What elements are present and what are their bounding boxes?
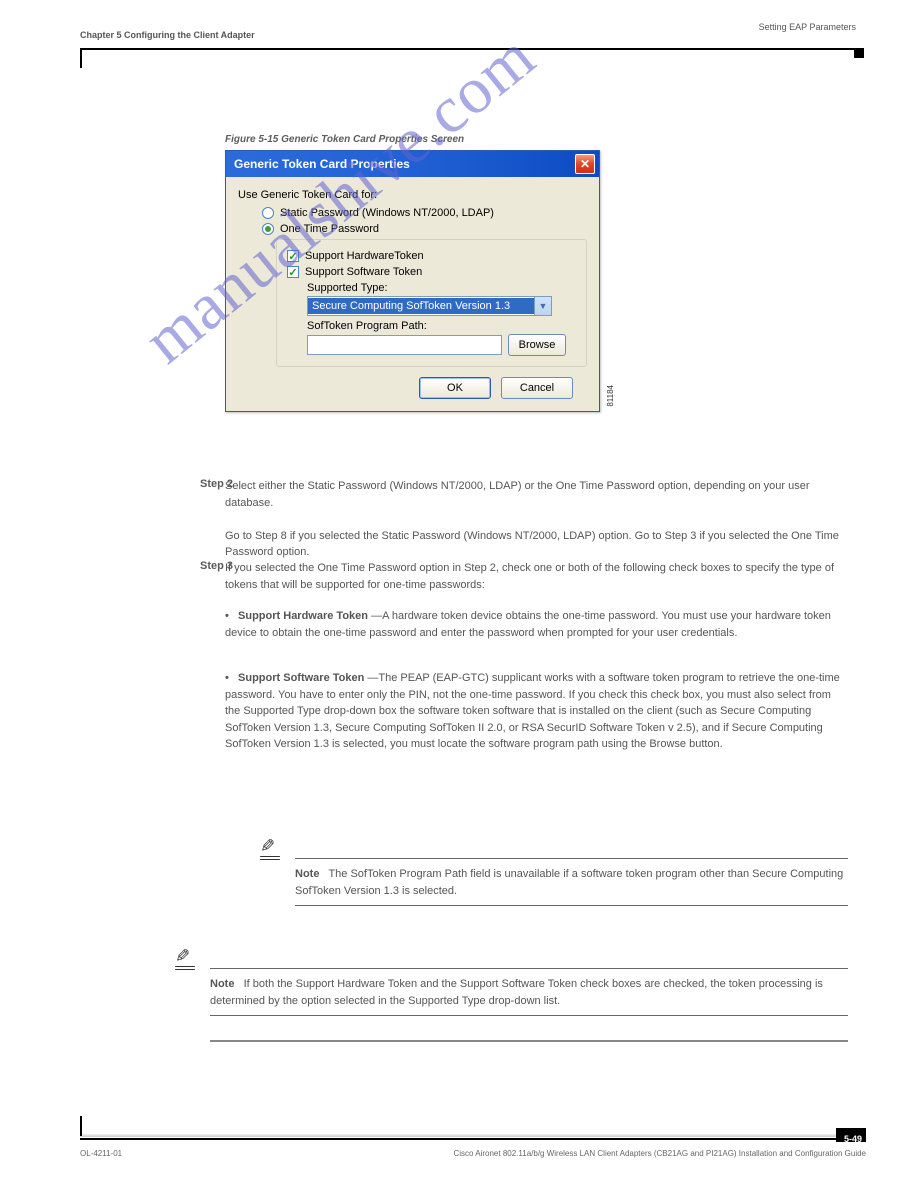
step-3-text: If you selected the One Time Password op… <box>225 560 848 593</box>
bottom-line <box>80 1138 866 1140</box>
chevron-down-icon: ▼ <box>534 297 551 315</box>
program-path-input[interactable] <box>307 335 502 355</box>
checkbox-hardware-token[interactable]: ✓ Support HardwareToken <box>287 250 576 262</box>
section-end-rule <box>210 1040 848 1042</box>
radio-icon <box>262 207 274 219</box>
ok-button[interactable]: OK <box>419 377 491 399</box>
cancel-button[interactable]: Cancel <box>501 377 573 399</box>
note-2-label: Note <box>210 978 234 990</box>
checkbox-software-token[interactable]: ✓ Support Software Token <box>287 266 576 278</box>
checkbox-sw-label: Support Software Token <box>305 266 422 278</box>
figure-caption: Figure 5-15 Generic Token Card Propertie… <box>225 134 464 145</box>
checkbox-icon: ✓ <box>287 266 299 278</box>
radio-one-time-password[interactable]: One Time Password <box>262 223 587 235</box>
radio-static-password[interactable]: Static Password (Windows NT/2000, LDAP) <box>262 207 587 219</box>
top-frame-left-tick <box>80 48 82 68</box>
pencil-icon <box>175 950 197 964</box>
supported-type-value: Secure Computing SofToken Version 1.3 <box>308 298 534 314</box>
note-1-rule-bottom <box>295 905 848 906</box>
dialog-window: Generic Token Card Properties ✕ Use Gene… <box>225 150 600 412</box>
footer-doc-title: Cisco Aironet 802.11a/b/g Wireless LAN C… <box>453 1149 866 1158</box>
dialog-body: Use Generic Token Card for: Static Passw… <box>226 177 599 411</box>
bottom-frame <box>80 1134 866 1140</box>
note-1-label: Note <box>295 868 319 880</box>
dialog-title: Generic Token Card Properties <box>234 157 410 171</box>
note-1-rule-top <box>295 858 848 859</box>
bullet-hw-title: Support Hardware Token <box>238 610 368 622</box>
program-path-label: SofToken Program Path: <box>307 320 576 332</box>
step2-paragraph: Select either the Static Password (Windo… <box>225 480 810 509</box>
software-token-subpanel: Supported Type: Secure Computing SofToke… <box>307 282 576 356</box>
radio-otp-label: One Time Password <box>280 223 379 235</box>
note-2-text: If both the Support Hardware Token and t… <box>210 978 823 1007</box>
note-icon-2 <box>175 950 197 967</box>
header-right: Setting EAP Parameters <box>759 22 856 32</box>
figure-id: 81184 <box>606 385 615 407</box>
use-for-label: Use Generic Token Card for: <box>238 189 587 201</box>
page: Chapter 5 Configuring the Client Adapter… <box>0 0 918 1188</box>
header-left: Chapter 5 Configuring the Client Adapter <box>80 30 255 40</box>
step2-note: Go to Step 8 if you selected the Static … <box>225 530 839 559</box>
note-2: Note If both the Support Hardware Token … <box>210 976 848 1010</box>
bottom-shadow <box>80 1134 866 1137</box>
note-1: Note The SofToken Program Path field is … <box>295 866 848 900</box>
note-2-rule-top <box>210 968 848 969</box>
step-2-text: Select either the Static Password (Windo… <box>225 478 848 561</box>
checkbox-hw-label: Support HardwareToken <box>305 250 424 262</box>
bottom-left-tick <box>80 1116 82 1136</box>
top-frame-right-square <box>854 48 864 58</box>
titlebar: Generic Token Card Properties ✕ <box>226 151 599 177</box>
note-icon-1 <box>260 840 282 857</box>
otp-groupbox: ✓ Support HardwareToken ✓ Support Softwa… <box>276 239 587 367</box>
radio-static-label: Static Password (Windows NT/2000, LDAP) <box>280 207 494 219</box>
supported-type-label: Supported Type: <box>307 282 576 294</box>
dialog-buttons: OK Cancel <box>238 377 587 399</box>
pencil-icon <box>260 840 282 854</box>
checkbox-icon: ✓ <box>287 250 299 262</box>
page-number: 5-49 <box>844 1134 862 1144</box>
radio-icon-selected <box>262 223 274 235</box>
supported-type-dropdown[interactable]: Secure Computing SofToken Version 1.3 ▼ <box>307 296 552 316</box>
bullet-sw-title: Support Software Token <box>238 672 364 684</box>
top-frame-line <box>80 48 858 50</box>
close-button[interactable]: ✕ <box>575 154 595 174</box>
footer-doc-code: OL-4211-01 <box>80 1149 122 1158</box>
close-icon: ✕ <box>580 157 590 171</box>
note-2-rule-bottom <box>210 1015 848 1016</box>
note-1-text: The SofToken Program Path field is unava… <box>295 868 843 897</box>
bullet-software-token: • Support Software Token —The PEAP (EAP-… <box>225 670 848 753</box>
bullet-hardware-token: • Support Hardware Token —A hardware tok… <box>225 608 848 641</box>
browse-button[interactable]: Browse <box>508 334 566 356</box>
